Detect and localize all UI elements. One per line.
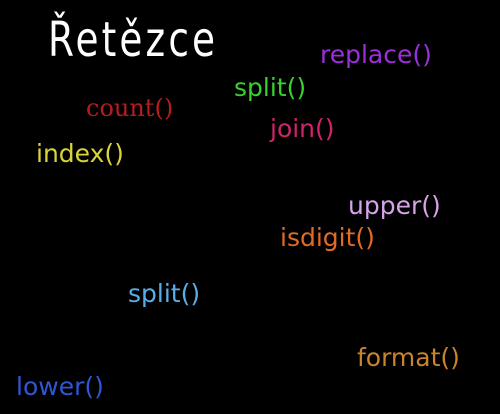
word-split-bottom: split() — [128, 279, 201, 308]
word-upper: upper() — [348, 191, 441, 220]
word-isdigit: isdigit() — [280, 223, 375, 252]
slide-title: Řetězce — [48, 12, 219, 68]
word-replace: replace() — [320, 40, 432, 69]
word-format: format() — [357, 343, 460, 372]
word-index: index() — [36, 139, 124, 168]
word-lower: lower() — [16, 372, 104, 401]
slide-canvas: Řetězce replace() split() count() join()… — [0, 0, 500, 414]
word-join: join() — [270, 114, 335, 143]
word-split-top: split() — [234, 73, 307, 102]
word-count: count() — [86, 94, 174, 122]
